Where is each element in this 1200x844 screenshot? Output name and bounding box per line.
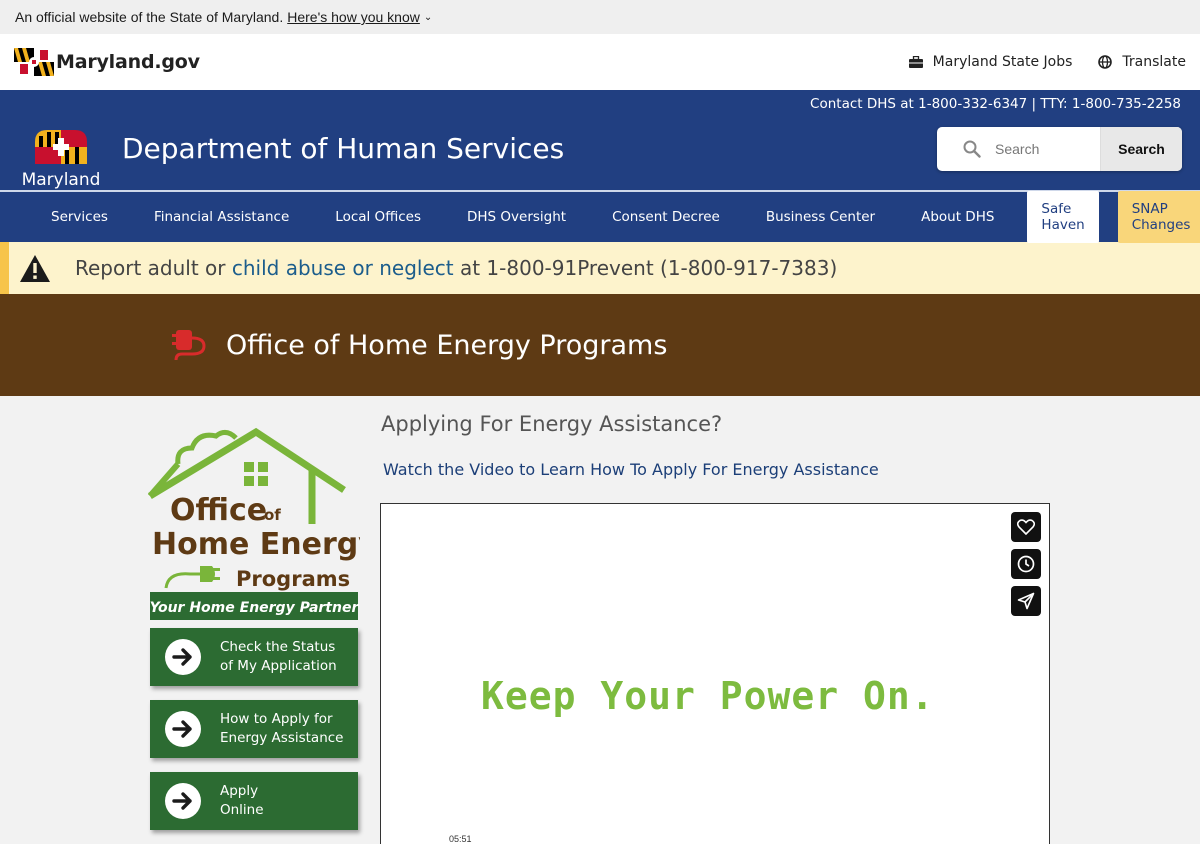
nav-services[interactable]: Services xyxy=(28,209,131,225)
watch-later-button[interactable] xyxy=(1011,549,1041,579)
ohep-logo-line1: Office xyxy=(170,493,267,528)
globe-icon xyxy=(1098,55,1113,69)
ohep-logo-line3: Programs xyxy=(236,567,350,591)
ohep-logo-tagline: Your Home Energy Partner xyxy=(150,600,360,616)
briefcase-icon xyxy=(908,56,923,68)
child-abuse-link[interactable]: child abuse or neglect xyxy=(232,256,454,280)
arrow-right-icon xyxy=(165,639,201,675)
main-content: Office of Home Energy Programs Your Home… xyxy=(0,396,1200,844)
alert-text-before: Report adult or xyxy=(75,256,232,280)
state-jobs-label: Maryland State Jobs xyxy=(932,54,1073,70)
dhs-maryland-logo[interactable]: Maryland xyxy=(18,128,104,190)
send-icon xyxy=(1017,592,1035,610)
dhs-logo-word: Maryland xyxy=(21,170,101,190)
warning-icon xyxy=(20,254,50,282)
video-link[interactable]: Watch the Video to Learn How To Apply Fo… xyxy=(383,460,879,479)
chevron-down-icon[interactable]: ⌄ xyxy=(424,12,432,23)
dhs-header: Contact DHS at 1-800-332-6347 | TTY: 1-8… xyxy=(0,90,1200,190)
nav-financial-assistance[interactable]: Financial Assistance xyxy=(131,209,312,225)
main-nav: Services Financial Assistance Local Offi… xyxy=(0,190,1200,243)
search-button[interactable]: Search xyxy=(1100,127,1182,171)
office-banner: Office of Home Energy Programs xyxy=(0,294,1200,396)
snap-changes-button[interactable]: SNAP Changes xyxy=(1117,191,1200,243)
nav-business-center[interactable]: Business Center xyxy=(743,209,898,225)
maryland-flag-icon xyxy=(35,130,87,164)
state-jobs-link[interactable]: Maryland State Jobs xyxy=(908,54,1073,70)
video-title-text: Keep Your Power On. xyxy=(481,674,935,718)
search-icon xyxy=(963,140,981,158)
arrow-right-icon xyxy=(165,711,201,747)
share-button[interactable] xyxy=(1011,586,1041,616)
translate-label: Translate xyxy=(1122,54,1186,70)
clock-icon xyxy=(1017,555,1035,573)
nav-consent-decree[interactable]: Consent Decree xyxy=(589,209,743,225)
maryland-gov-bar: Maryland.gov Maryland State Jobs Transla… xyxy=(0,34,1200,90)
page-heading: Applying For Energy Assistance? xyxy=(381,412,723,436)
nav-local-offices[interactable]: Local Offices xyxy=(312,209,444,225)
official-text: An official website of the State of Mary… xyxy=(15,9,284,25)
alert-text: Report adult or child abuse or neglect a… xyxy=(75,256,837,280)
how-to-apply-button[interactable]: How to Apply for Energy Assistance xyxy=(150,700,358,758)
heart-icon xyxy=(1017,519,1035,535)
ohep-logo-line2: Home Energy xyxy=(152,527,360,562)
translate-link[interactable]: Translate xyxy=(1098,54,1186,70)
safe-haven-button[interactable]: Safe Haven xyxy=(1027,191,1099,243)
maryland-gov-wordmark: Maryland.gov xyxy=(56,51,200,73)
official-banner: An official website of the State of Mary… xyxy=(0,0,1200,34)
power-plug-icon xyxy=(172,330,206,361)
ohep-logo-of: of xyxy=(264,506,281,524)
check-status-label: Check the Status of My Application xyxy=(220,639,337,674)
nav-about-dhs[interactable]: About DHS xyxy=(898,209,1017,225)
alert-text-after: at 1-800-91Prevent (1-800-917-7383) xyxy=(453,256,838,280)
arrow-right-icon xyxy=(165,783,201,819)
office-title: Office of Home Energy Programs xyxy=(226,329,668,361)
dhs-title[interactable]: Department of Human Services xyxy=(122,132,564,165)
how-to-apply-label: How to Apply for Energy Assistance xyxy=(220,711,344,746)
maryland-gov-logo[interactable]: Maryland.gov xyxy=(14,48,200,76)
check-status-button[interactable]: Check the Status of My Application xyxy=(150,628,358,686)
how-you-know-link[interactable]: Here's how you know xyxy=(287,9,420,25)
apply-online-label: Apply Online xyxy=(220,783,264,818)
search-box: Search Search xyxy=(937,127,1182,171)
like-button[interactable] xyxy=(1011,512,1041,542)
search-placeholder: Search xyxy=(995,141,1040,157)
maryland-flag-icon xyxy=(14,48,54,76)
search-input[interactable]: Search xyxy=(937,127,1100,171)
nav-dhs-oversight[interactable]: DHS Oversight xyxy=(444,209,589,225)
apply-online-button[interactable]: Apply Online xyxy=(150,772,358,830)
maryland-gov-links: Maryland State Jobs Translate xyxy=(908,54,1186,70)
video-time: 05:51 xyxy=(449,834,472,844)
ohep-logo[interactable]: Office of Home Energy Programs Your Home… xyxy=(148,426,360,622)
video-player[interactable]: Keep Your Power On. 05:51 xyxy=(380,503,1050,844)
contact-info: Contact DHS at 1-800-332-6347 | TTY: 1-8… xyxy=(810,96,1181,112)
abuse-alert: Report adult or child abuse or neglect a… xyxy=(0,242,1200,294)
